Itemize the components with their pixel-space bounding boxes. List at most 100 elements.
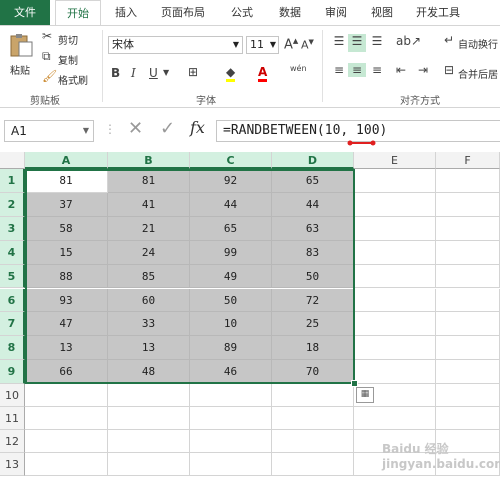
cell[interactable]: 88: [25, 264, 108, 289]
cell[interactable]: 81: [108, 169, 190, 193]
empty-cell[interactable]: [436, 384, 500, 408]
row-header[interactable]: 5: [0, 264, 25, 289]
cell[interactable]: 47: [25, 312, 108, 337]
borders-icon[interactable]: ⊞: [188, 65, 198, 79]
empty-cell[interactable]: [354, 264, 436, 289]
empty-cell[interactable]: [108, 453, 190, 477]
cell[interactable]: 65: [272, 169, 354, 193]
cell[interactable]: 13: [25, 336, 108, 361]
cut-icon[interactable]: ✂: [42, 29, 52, 43]
empty-cell[interactable]: [25, 384, 108, 408]
cell[interactable]: 15: [25, 240, 108, 265]
cell[interactable]: 89: [190, 336, 272, 361]
empty-cell[interactable]: [436, 312, 500, 337]
cell[interactable]: 60: [108, 288, 190, 313]
cancel-icon[interactable]: ✕: [128, 118, 143, 139]
empty-cell[interactable]: [190, 407, 272, 431]
row-header[interactable]: 2: [0, 192, 25, 217]
empty-cell[interactable]: [436, 192, 500, 217]
tab-view[interactable]: 视图: [360, 0, 404, 25]
empty-cell[interactable]: [436, 240, 500, 265]
font-size-select[interactable]: 11 ▼: [246, 36, 279, 54]
cell[interactable]: 13: [108, 336, 190, 361]
empty-cell[interactable]: [436, 360, 500, 385]
font-name-select[interactable]: 宋体 ▼: [108, 36, 243, 54]
empty-cell[interactable]: [354, 360, 436, 385]
empty-cell[interactable]: [25, 453, 108, 477]
bold-button[interactable]: B: [111, 66, 120, 80]
merge-center-icon[interactable]: ⊟: [444, 63, 454, 77]
empty-cell[interactable]: [108, 407, 190, 431]
enter-icon[interactable]: ✓: [160, 118, 175, 139]
wrap-text-icon[interactable]: ↵: [444, 33, 454, 47]
row-header[interactable]: 7: [0, 312, 25, 337]
empty-cell[interactable]: [436, 336, 500, 361]
empty-cell[interactable]: [436, 216, 500, 241]
name-box[interactable]: A1 ▼: [4, 120, 94, 142]
cell[interactable]: 92: [190, 169, 272, 193]
fill-handle[interactable]: [351, 380, 358, 387]
empty-cell[interactable]: [272, 453, 354, 477]
tab-home[interactable]: 开始: [55, 0, 101, 26]
empty-cell[interactable]: [272, 430, 354, 454]
empty-cell[interactable]: [272, 384, 354, 408]
cell[interactable]: 63: [272, 216, 354, 241]
italic-button[interactable]: I: [131, 66, 136, 80]
cell[interactable]: 50: [272, 264, 354, 289]
empty-cell[interactable]: [354, 216, 436, 241]
tab-developer[interactable]: 开发工具: [408, 0, 468, 25]
row-header[interactable]: 4: [0, 240, 25, 265]
wrap-text-button[interactable]: 自动换行: [458, 36, 498, 51]
column-header-e[interactable]: E: [354, 152, 436, 169]
cell[interactable]: 18: [272, 336, 354, 361]
grow-font-icon[interactable]: A▲: [284, 37, 298, 52]
cell[interactable]: 21: [108, 216, 190, 241]
empty-cell[interactable]: [354, 169, 436, 193]
tab-file[interactable]: 文件: [0, 0, 50, 25]
copy-icon[interactable]: ⧉: [42, 49, 51, 64]
column-header-c[interactable]: C: [190, 152, 272, 169]
row-header[interactable]: 6: [0, 288, 25, 313]
decrease-indent-icon[interactable]: ⇤: [396, 63, 406, 77]
align-middle-icon[interactable]: ☰: [348, 34, 366, 52]
empty-cell[interactable]: [354, 336, 436, 361]
row-header[interactable]: 11: [0, 407, 25, 431]
phonetic-icon[interactable]: wén: [290, 64, 307, 73]
column-header-a[interactable]: A: [25, 152, 108, 169]
empty-cell[interactable]: [354, 192, 436, 217]
empty-cell[interactable]: [108, 430, 190, 454]
tab-review[interactable]: 审阅: [314, 0, 358, 25]
empty-cell[interactable]: [25, 430, 108, 454]
empty-cell[interactable]: [190, 384, 272, 408]
cell[interactable]: 93: [25, 288, 108, 313]
increase-indent-icon[interactable]: ⇥: [418, 63, 428, 77]
cell[interactable]: 33: [108, 312, 190, 337]
empty-cell[interactable]: [354, 288, 436, 313]
empty-cell[interactable]: [436, 407, 500, 431]
cell[interactable]: 85: [108, 264, 190, 289]
cell[interactable]: 99: [190, 240, 272, 265]
align-top-icon[interactable]: ☰: [330, 34, 348, 52]
empty-cell[interactable]: [108, 384, 190, 408]
align-bottom-icon[interactable]: ☰: [368, 34, 386, 52]
merge-center-button[interactable]: 合并后居: [458, 66, 498, 81]
empty-cell[interactable]: [190, 453, 272, 477]
quick-analysis-icon[interactable]: ▦: [356, 387, 374, 403]
align-left-icon[interactable]: ≡: [330, 63, 348, 77]
tab-data[interactable]: 数据: [268, 0, 312, 25]
insert-function-icon[interactable]: fx: [190, 118, 205, 137]
copy-button[interactable]: 复制: [58, 52, 78, 67]
cell[interactable]: 37: [25, 192, 108, 217]
tab-page-layout[interactable]: 页面布局: [150, 0, 216, 25]
row-header[interactable]: 8: [0, 336, 25, 361]
cell[interactable]: 46: [190, 360, 272, 385]
row-header[interactable]: 3: [0, 216, 25, 241]
empty-cell[interactable]: [354, 312, 436, 337]
empty-cell[interactable]: [354, 407, 436, 431]
cell[interactable]: 10: [190, 312, 272, 337]
shrink-font-icon[interactable]: A▼: [301, 38, 314, 52]
cell[interactable]: 66: [25, 360, 108, 385]
column-header-b[interactable]: B: [108, 152, 190, 169]
orientation-icon[interactable]: ab↗: [396, 34, 421, 48]
row-header[interactable]: 9: [0, 360, 25, 385]
